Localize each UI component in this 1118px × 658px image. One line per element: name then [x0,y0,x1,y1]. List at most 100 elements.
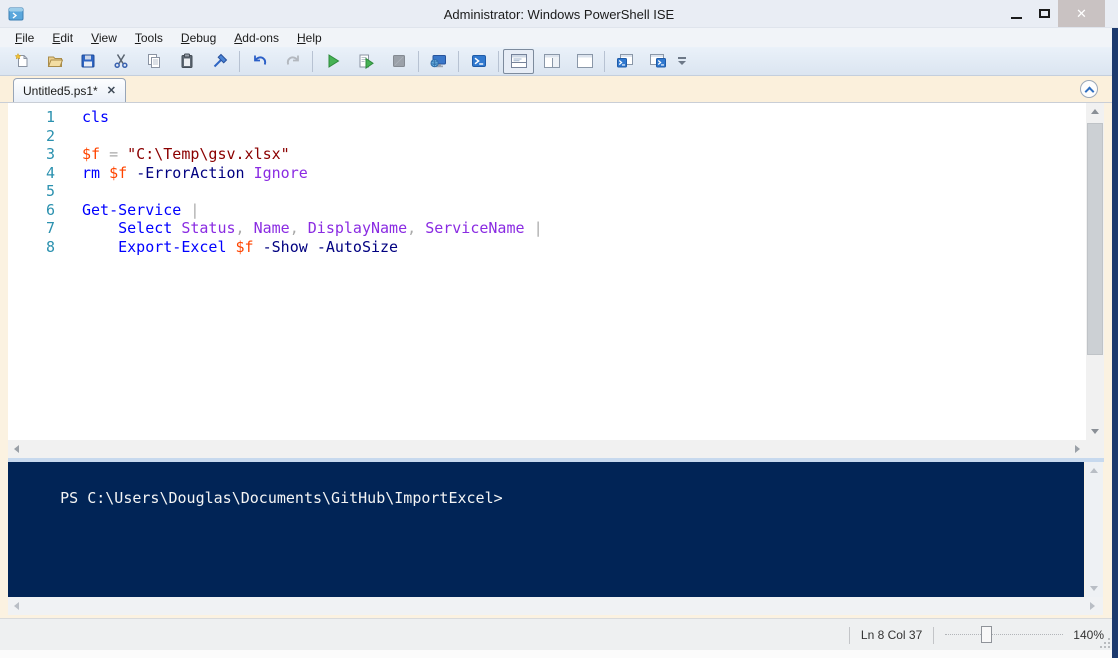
line-text [82,127,91,146]
menu-help[interactable]: Help [288,30,331,46]
code-line[interactable]: 4 rm $f -ErrorAction Ignore [8,164,1086,183]
window-bottom-edge [0,650,1112,658]
toolbar-separator [458,51,459,72]
code-line[interactable]: 7 Select Status, Name, DisplayName, Serv… [8,219,1086,238]
run-selection-button[interactable] [349,49,382,74]
script-editor-pane[interactable]: 1 cls 2 3$f = "C:\Temp\gsv.xlsx"4 rm $f -Er… [8,103,1086,440]
menu-edit[interactable]: Edit [43,30,82,46]
scroll-right-icon[interactable] [1075,445,1080,453]
run-script-button[interactable] [316,49,349,74]
scroll-down-icon[interactable] [1091,429,1099,434]
line-number: 2 [8,127,55,146]
show-script-pane-maximized-button[interactable] [568,49,601,74]
toolbar-separator [312,51,313,72]
code-line[interactable]: 5 [8,182,1086,201]
copy-icon [146,53,162,69]
scrollbar-corner [1086,440,1104,458]
line-text: Select Status, Name, DisplayName, Servic… [82,219,543,238]
line-number: 1 [8,108,55,127]
zoom-slider-thumb[interactable] [981,626,992,643]
line-text: Get-Service | [82,201,199,220]
editor-vertical-scrollbar[interactable] [1086,103,1104,440]
close-button[interactable]: ✕ [1058,0,1105,27]
show-script-pane-right-button[interactable] [535,49,568,74]
menu-view[interactable]: View [82,30,126,46]
line-number: 7 [8,219,55,238]
editor-horizontal-scrollbar[interactable] [8,440,1086,458]
scroll-down-icon[interactable] [1090,586,1098,591]
close-icon: ✕ [1076,6,1087,22]
stop-operation-button[interactable] [382,49,415,74]
status-bar: Ln 8 Col 37 140% [0,618,1112,650]
scroll-up-icon[interactable] [1090,468,1098,473]
overflow-icon [678,57,686,59]
window-title: Administrator: Windows PowerShell ISE [0,0,1118,28]
line-col-indicator: Ln 8 Col 37 [861,628,922,642]
resize-grip[interactable] [1098,636,1110,648]
collapse-script-pane-button[interactable] [1080,80,1098,98]
code-line[interactable]: 2 [8,127,1086,146]
console-horizontal-scrollbar[interactable] [8,597,1103,615]
stop-icon [391,53,407,69]
scroll-up-icon[interactable] [1091,109,1099,114]
script-pane-maximized-icon [576,53,594,69]
line-text: cls [82,108,109,127]
minimize-icon [1011,17,1022,19]
editor-scrollbar-thumb[interactable] [1087,123,1103,355]
open-folder-icon [47,53,63,69]
code-line[interactable]: 1 cls [8,108,1086,127]
menu-addons[interactable]: Add-ons [225,30,288,46]
new-powershell-tab-button[interactable] [608,49,641,74]
new-powershell-tab-icon [616,53,634,69]
undo-button[interactable] [243,49,276,74]
new-remote-powershell-tab-button[interactable] [422,49,455,74]
run-selection-icon [358,53,374,69]
code-line[interactable]: 3$f = "C:\Temp\gsv.xlsx" [8,145,1086,164]
toolbar-separator [604,51,605,72]
console-prompt: PS C:\Users\Douglas\Documents\GitHub\Imp… [60,489,503,507]
minimize-button[interactable] [1004,0,1028,27]
copy-button[interactable] [137,49,170,74]
save-button[interactable] [71,49,104,74]
maximize-button[interactable] [1032,0,1056,27]
line-number: 5 [8,182,55,201]
line-number: 4 [8,164,55,183]
save-icon [80,53,96,69]
powershell-console-button[interactable] [641,49,674,74]
chevron-up-icon [1084,86,1094,96]
paste-button[interactable] [170,49,203,74]
tab-close-icon[interactable]: ✕ [107,84,116,97]
console-vertical-scrollbar[interactable] [1085,462,1103,597]
title-bar: Administrator: Windows PowerShell ISE ✕ [0,0,1118,28]
zoom-slider-track[interactable] [945,634,1063,635]
zoom-slider[interactable] [945,626,1063,644]
status-separator [849,627,850,644]
clear-console-button[interactable] [203,49,236,74]
tab-untitled5[interactable]: Untitled5.ps1* ✕ [13,78,126,102]
start-powershell-button[interactable] [462,49,495,74]
tab-strip: Untitled5.ps1* ✕ [0,76,1112,103]
open-script-button[interactable] [38,49,71,74]
code-line[interactable]: 6Get-Service | [8,201,1086,220]
powershell-ise-window: Administrator: Windows PowerShell ISE ✕ … [0,0,1118,658]
menu-debug[interactable]: Debug [172,30,225,46]
window-right-border [1112,28,1118,658]
scroll-left-icon[interactable] [14,602,19,610]
toolbar [0,47,1112,76]
show-script-pane-top-button[interactable] [503,49,534,74]
toolbar-overflow-button[interactable] [678,57,686,65]
toolbar-separator [239,51,240,72]
scroll-left-icon[interactable] [14,445,19,453]
cut-icon [113,53,129,69]
menu-file[interactable]: File [6,30,43,46]
menu-tools[interactable]: Tools [126,30,172,46]
toolbar-separator [418,51,419,72]
new-script-button[interactable] [5,49,38,74]
code-line[interactable]: 8 Export-Excel $f -Show -AutoSize [8,238,1086,257]
line-text: rm $f -ErrorAction Ignore [82,164,308,183]
line-text [82,182,91,201]
console-pane[interactable]: PS C:\Users\Douglas\Documents\GitHub\Imp… [8,462,1084,597]
scroll-right-icon[interactable] [1090,602,1095,610]
redo-button[interactable] [276,49,309,74]
cut-button[interactable] [104,49,137,74]
